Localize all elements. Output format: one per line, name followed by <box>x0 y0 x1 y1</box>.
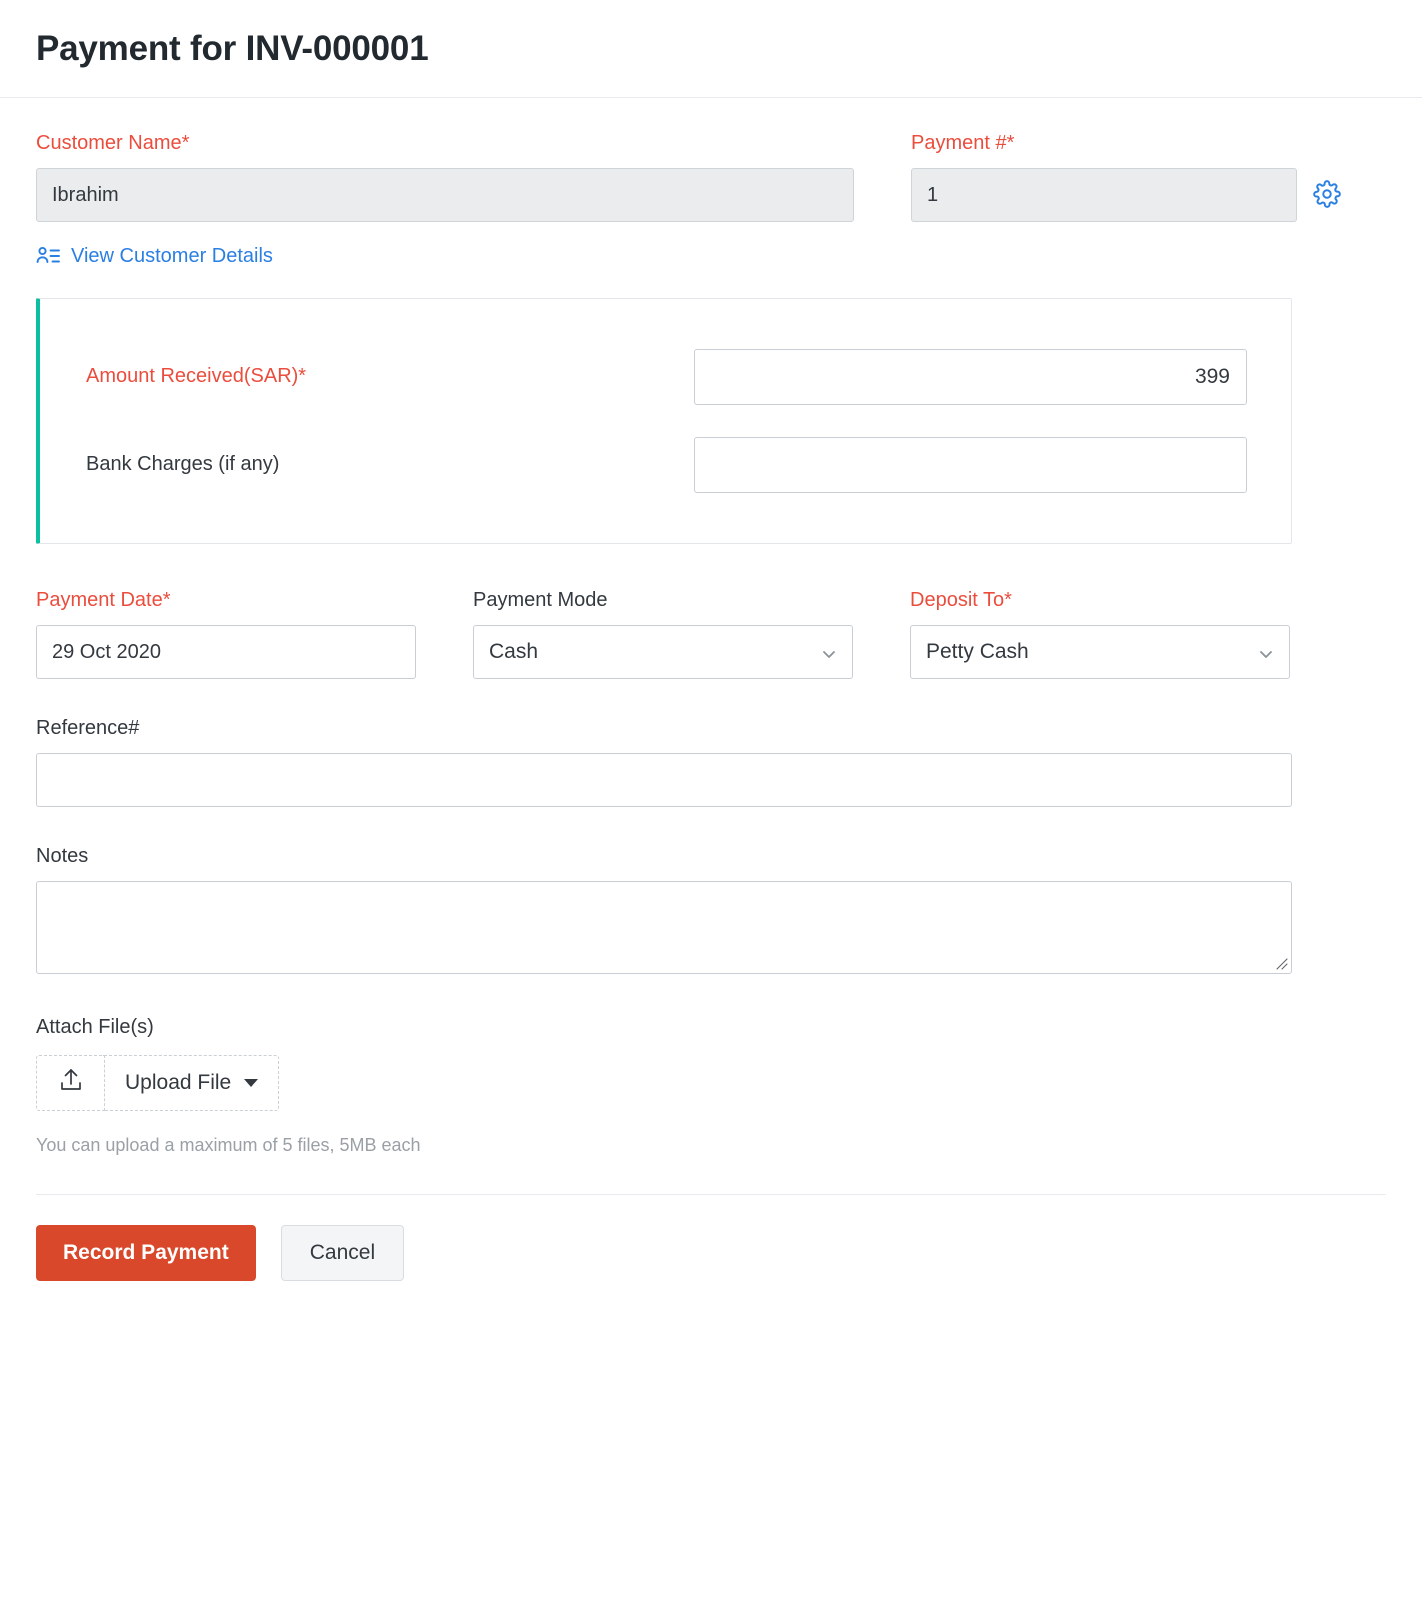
chevron-down-icon <box>1258 644 1274 660</box>
payment-date-value: 29 Oct 2020 <box>52 640 161 663</box>
payment-number-label: Payment #* <box>911 131 1015 154</box>
view-customer-details-label: View Customer Details <box>71 244 273 267</box>
notes-textarea[interactable] <box>36 880 1292 974</box>
resize-handle-icon[interactable] <box>1274 956 1288 970</box>
payment-date-label: Payment Date* <box>36 588 171 611</box>
reference-label: Reference# <box>36 716 140 739</box>
payment-mode-value: Cash <box>489 639 539 663</box>
amount-card: Amount Received(SAR)* 399 Bank Charges (… <box>36 297 1292 544</box>
deposit-to-value: Petty Cash <box>926 639 1029 663</box>
gear-icon[interactable] <box>1313 179 1341 208</box>
notes-label: Notes <box>36 844 89 867</box>
attachments-field: Attach File(s) Upload File You can uploa… <box>36 1015 1386 1156</box>
record-payment-button[interactable]: Record Payment <box>36 1224 256 1281</box>
attach-files-label: Attach File(s) <box>36 1015 154 1038</box>
payment-date-input[interactable]: 29 Oct 2020 <box>36 624 416 679</box>
payment-number-settings <box>1307 131 1347 222</box>
upload-file-label: Upload File <box>125 1070 232 1094</box>
payment-mode-label: Payment Mode <box>473 588 608 611</box>
bank-charges-label: Bank Charges (if any) <box>86 453 280 475</box>
page-title: Payment for INV-000001 <box>36 29 429 68</box>
reference-field: Reference# <box>36 716 1386 807</box>
customer-name-input[interactable]: Ibrahim <box>36 167 854 222</box>
contact-details-icon <box>36 245 60 267</box>
customer-name-label: Customer Name* <box>36 131 190 154</box>
page-header: Payment for INV-000001 <box>0 0 1422 98</box>
upload-file-dropdown[interactable]: Upload File <box>104 1054 280 1111</box>
upload-file-group: Upload File <box>36 1054 280 1111</box>
deposit-to-select[interactable]: Petty Cash <box>910 624 1290 679</box>
caret-down-icon <box>244 1078 259 1087</box>
payment-date-field: Payment Date* 29 Oct 2020 <box>36 588 416 679</box>
customer-name-field: Customer Name* Ibrahim <box>36 131 854 222</box>
bank-charges-input[interactable] <box>693 436 1247 493</box>
amount-received-value: 399 <box>1194 364 1230 388</box>
deposit-to-label: Deposit To* <box>910 588 1012 611</box>
reference-input[interactable] <box>36 752 1292 807</box>
upload-file-button[interactable] <box>36 1054 104 1111</box>
amount-received-label: Amount Received(SAR)* <box>86 365 307 387</box>
payment-number-field: Payment #* 1 <box>911 131 1297 222</box>
amount-received-input[interactable]: 399 <box>693 348 1247 405</box>
payment-details-row: Payment Date* 29 Oct 2020 Payment Mode C… <box>36 588 1386 679</box>
amount-received-row: Amount Received(SAR)* 399 <box>86 347 1247 407</box>
notes-field: Notes <box>36 844 1386 974</box>
form-footer: Record Payment Cancel <box>0 1195 1422 1281</box>
payment-number-value: 1 <box>927 183 939 206</box>
customer-name-value: Ibrahim <box>52 183 119 206</box>
deposit-to-field: Deposit To* Petty Cash <box>910 588 1290 679</box>
payment-mode-field: Payment Mode Cash <box>473 588 853 679</box>
payment-mode-select[interactable]: Cash <box>473 624 853 679</box>
customer-payment-row: Customer Name* Ibrahim Payment #* 1 <box>36 131 1386 222</box>
upload-hint-text: You can upload a maximum of 5 files, 5MB… <box>36 1134 421 1155</box>
payment-form: Customer Name* Ibrahim Payment #* 1 View… <box>0 131 1422 1156</box>
view-customer-details-link[interactable]: View Customer Details <box>36 245 273 268</box>
upload-icon <box>59 1067 83 1098</box>
chevron-down-icon <box>821 644 837 660</box>
cancel-button[interactable]: Cancel <box>280 1224 405 1281</box>
payment-number-input[interactable]: 1 <box>911 167 1297 222</box>
bank-charges-row: Bank Charges (if any) <box>86 435 1247 495</box>
